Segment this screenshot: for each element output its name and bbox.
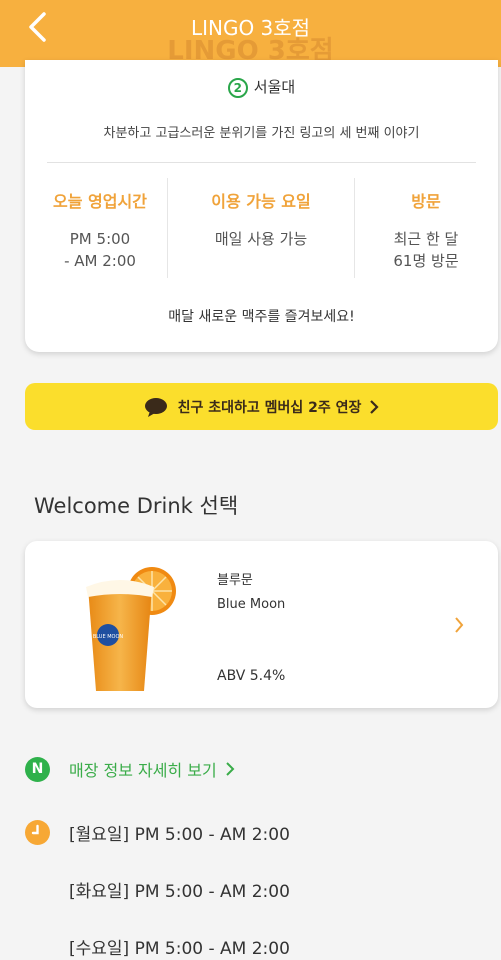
store-detail-link[interactable]: N 매장 정보 자세히 보기: [25, 756, 235, 782]
store-description: 차분하고 고급스러운 분위기를 가진 링고의 세 번째 이야기: [103, 126, 420, 141]
station-name: 서울대: [253, 78, 296, 96]
column-value: 매일 사용 가능: [214, 230, 308, 248]
naver-n-icon: N: [25, 756, 50, 782]
welcome-drink-card[interactable]: BLUE MOON 블루문 Blue Moon ABV 5.4%: [25, 541, 498, 708]
divider: [47, 162, 476, 163]
hours-today-column: 오늘 영업시간 PM 5:00 - AM 2:00: [33, 178, 167, 278]
beer-glass-orange-icon: BLUE MOON: [86, 567, 176, 691]
monthly-note: 매달 새로운 맥주를 즐겨보세요!: [168, 309, 355, 325]
drink-abv: ABV 5.4%: [217, 668, 286, 684]
clock-icon: [25, 820, 50, 845]
hours-row-tuesday: [화요일] PM 5:00 - AM 2:00: [69, 882, 290, 902]
column-heading: 오늘 영업시간: [53, 192, 147, 211]
chevron-right-icon: [226, 762, 235, 776]
column-value: - AM 2:00: [64, 252, 136, 270]
drink-name-korean: 블루문: [217, 573, 253, 588]
page-title: LINGO 3호점: [190, 16, 311, 40]
available-days-column: 이용 가능 요일 매일 사용 가능: [167, 178, 355, 278]
hours-row-wednesday: [수요일] PM 5:00 - AM 2:00: [69, 939, 290, 959]
column-value: PM 5:00: [69, 230, 131, 248]
section-title: Welcome Drink 선택: [34, 494, 239, 518]
drink-name-english: Blue Moon: [217, 597, 286, 612]
column-heading: 이용 가능 요일: [211, 192, 311, 211]
store-detail-label: 매장 정보 자세히 보기: [69, 761, 217, 780]
subway-station: 2 서울대: [25, 76, 498, 98]
chat-bubble-icon: [144, 397, 167, 417]
column-value: 최근 한 달: [393, 230, 459, 248]
store-info-card: 2 서울대 차분하고 고급스러운 분위기를 가진 링고의 세 번째 이야기 오늘 …: [25, 60, 498, 352]
invite-label: 친구 초대하고 멤버십 2주 연장: [177, 399, 362, 416]
chevron-right-icon: [370, 399, 379, 414]
invite-friend-button[interactable]: 친구 초대하고 멤버십 2주 연장: [25, 383, 498, 430]
app-header: LINGO 3호점 LINGO 3호점: [0, 0, 501, 67]
column-heading: 방문: [411, 192, 441, 211]
chevron-right-icon[interactable]: [453, 615, 465, 635]
visits-column: 방문 최근 한 달 61명 방문: [355, 178, 497, 278]
subway-line-badge: 2: [227, 77, 248, 98]
column-value: 61명 방문: [393, 252, 459, 270]
logo-text: BLUE MOON: [93, 634, 124, 640]
hours-row-monday: [월요일] PM 5:00 - AM 2:00: [69, 825, 290, 845]
